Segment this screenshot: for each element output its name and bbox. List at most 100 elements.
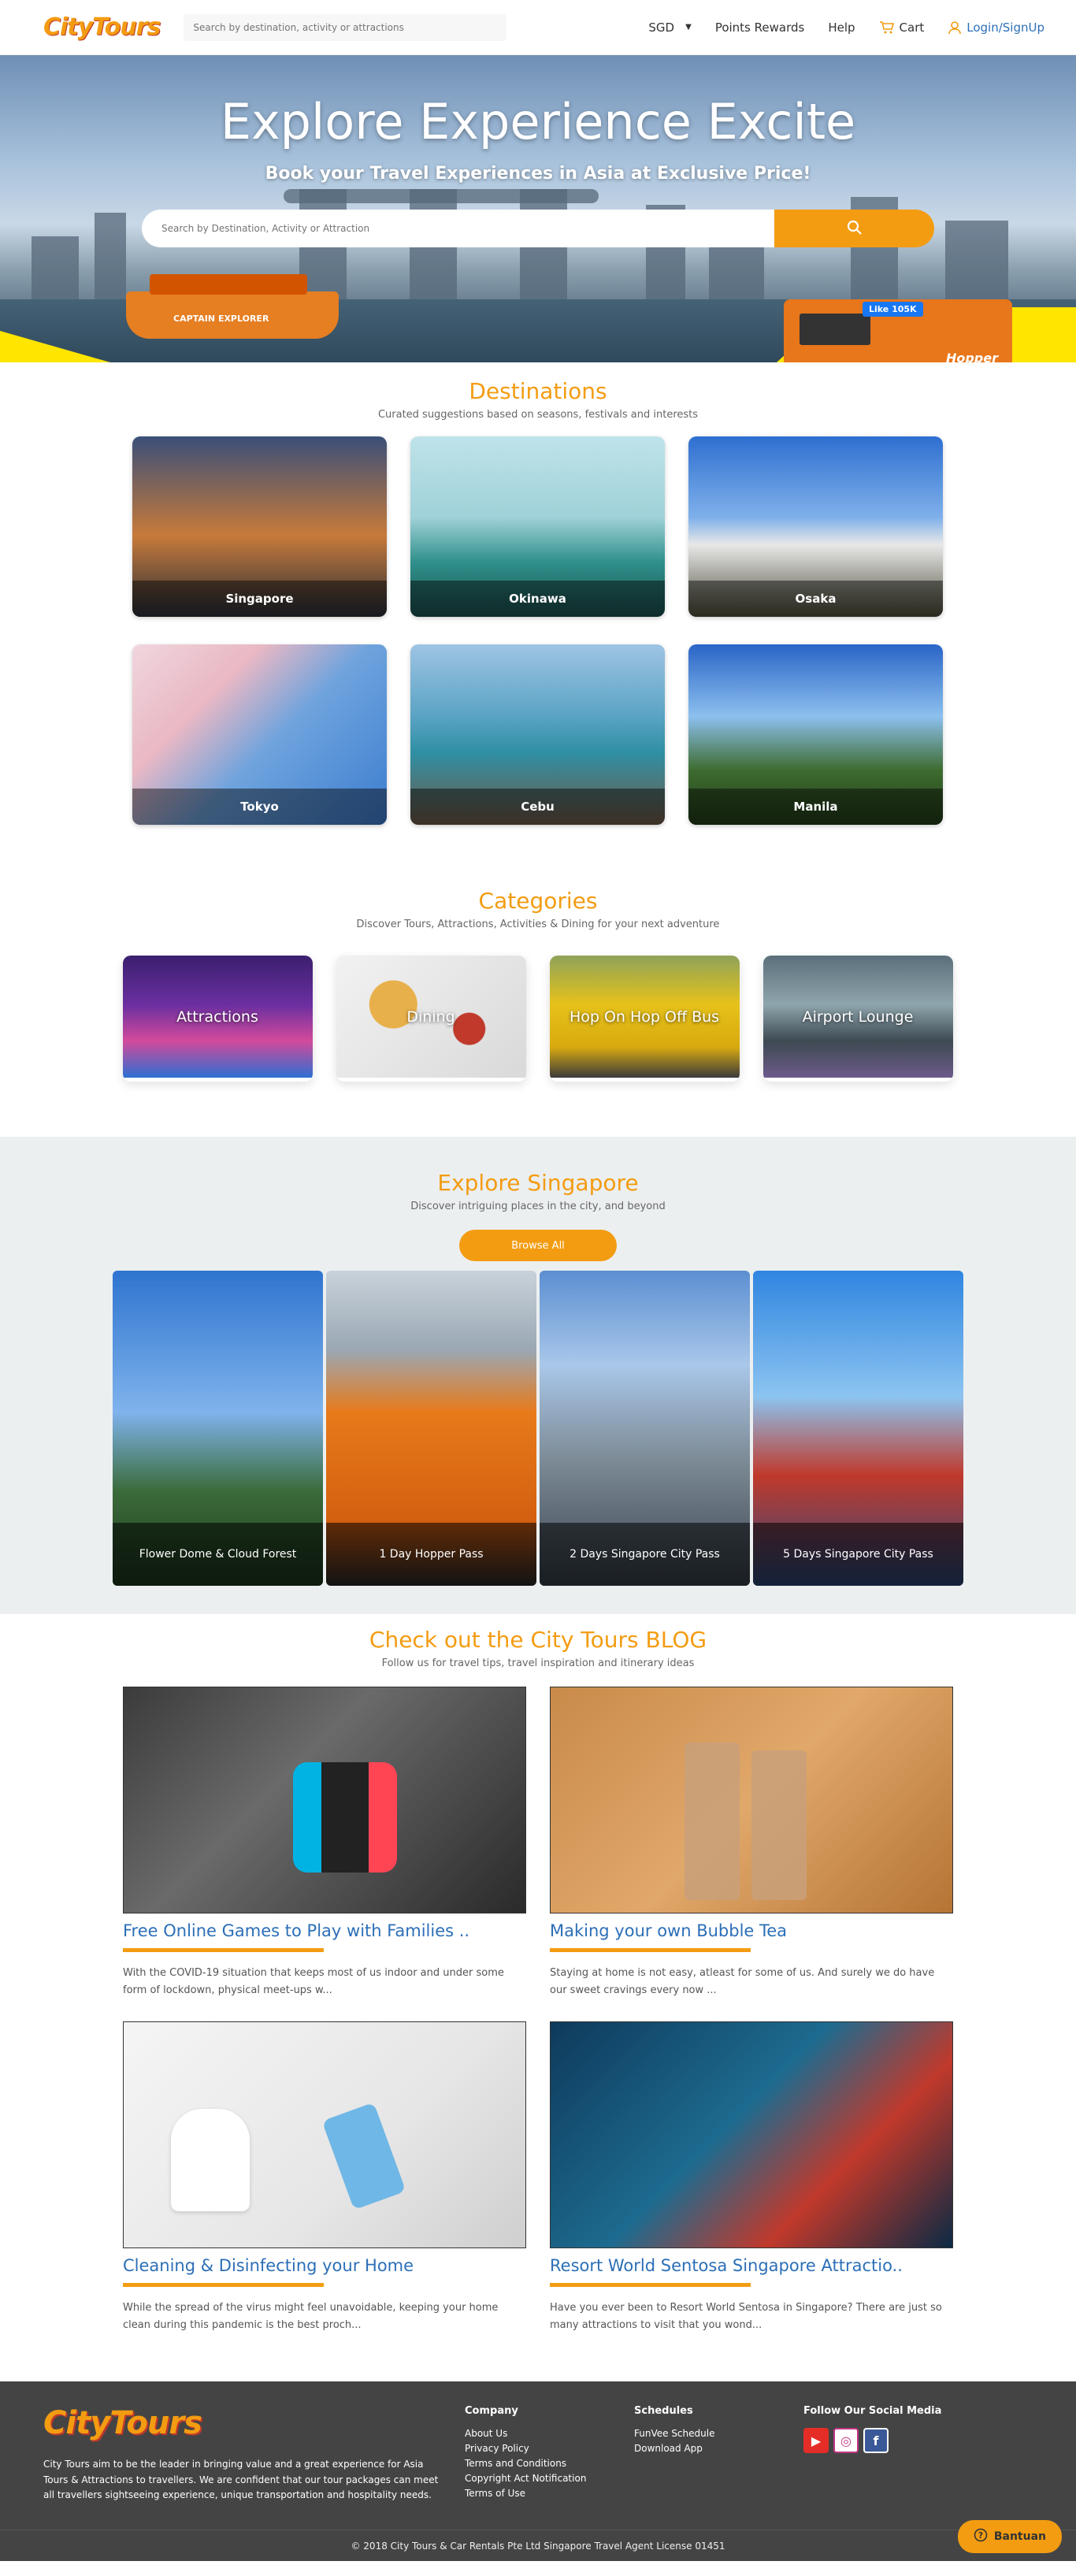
category-card-hop-on-hop-off-bus[interactable]: Hop On Hop Off Bus — [549, 956, 740, 1082]
category-label: Hop On Hop Off Bus — [569, 1008, 720, 1026]
hero-search-button[interactable] — [774, 210, 934, 247]
footer-link-copyright[interactable]: Copyright Act Notification — [465, 2473, 634, 2484]
footer-copyright: © 2018 City Tours & Car Rentals Pte Ltd … — [0, 2530, 1076, 2561]
currency-label: SGD — [648, 20, 675, 35]
destination-card-okinawa[interactable]: Okinawa — [410, 436, 665, 617]
destinations-section: Destinations Curated suggestions based o… — [0, 362, 1076, 856]
cart-label: Cart — [899, 20, 925, 35]
destination-label: Manila — [688, 789, 943, 825]
currency-selector[interactable]: SGD ▼ — [648, 20, 691, 35]
blog-card[interactable]: Free Online Games to Play with Families … — [123, 1687, 526, 1999]
blog-image-cleaning[interactable] — [123, 2021, 526, 2249]
blog-title-underline — [123, 1948, 324, 1952]
destination-card-tokyo[interactable]: Tokyo — [132, 644, 387, 825]
destinations-title: Destinations — [469, 378, 607, 404]
blog-card[interactable]: Cleaning & Disinfecting your Home While … — [123, 2021, 526, 2334]
blog-image-games[interactable] — [123, 1687, 526, 1913]
hero-banner: CAPTAIN EXPLORER Like 105K Hopper Explor… — [0, 55, 1076, 362]
footer-link-about-us[interactable]: About Us — [465, 2428, 634, 2439]
destination-label: Tokyo — [132, 789, 387, 825]
explore-grid: Flower Dome & Cloud Forest 1 Day Hopper … — [113, 1271, 963, 1586]
blog-card[interactable]: Resort World Sentosa Singapore Attractio… — [550, 2021, 953, 2334]
destination-card-singapore[interactable]: Singapore — [132, 436, 387, 617]
explore-card-flower-dome[interactable]: Flower Dome & Cloud Forest — [113, 1271, 323, 1586]
facebook-icon[interactable]: f — [863, 2428, 889, 2454]
destination-card-manila[interactable]: Manila — [688, 644, 943, 825]
footer-link-funvee-schedule[interactable]: FunVee Schedule — [634, 2428, 803, 2439]
blog-post-title[interactable]: Making your own Bubble Tea — [550, 1921, 953, 1940]
destination-label: Cebu — [410, 789, 665, 825]
explore-card-2day-city-pass[interactable]: 2 Days Singapore City Pass — [540, 1271, 750, 1586]
category-card-dining[interactable]: Dining — [336, 956, 526, 1082]
categories-section: Categories Discover Tours, Attractions, … — [0, 856, 1076, 1137]
hero-search — [142, 210, 934, 247]
explore-card-5day-city-pass[interactable]: 5 Days Singapore City Pass — [753, 1271, 963, 1586]
hero-subtitle: Book your Travel Experiences in Asia at … — [265, 164, 811, 184]
blog-grid: Free Online Games to Play with Families … — [123, 1687, 953, 2334]
browse-all-button[interactable]: Browse All — [459, 1230, 617, 1261]
footer-social: Follow Our Social Media ▶ ◎ f — [803, 2405, 973, 2503]
site-logo[interactable]: CityTours — [43, 13, 161, 41]
bus-brand: Hopper — [945, 351, 998, 362]
nav-cart[interactable]: Cart — [879, 20, 925, 35]
hero-bus-image: Like 105K Hopper — [784, 299, 1012, 362]
blog-section: Check out the City Tours BLOG Follow us … — [0, 1614, 1076, 2381]
chevron-down-icon: ▼ — [685, 23, 692, 32]
footer-schedules: Schedules FunVee Schedule Download App — [634, 2405, 803, 2503]
nav-login[interactable]: Login/SignUp — [948, 20, 1044, 35]
explore-subtitle: Discover intriguing places in the city, … — [410, 1201, 666, 1212]
category-label: Attractions — [176, 1008, 258, 1026]
explore-card-hopper-pass[interactable]: 1 Day Hopper Pass — [326, 1271, 536, 1586]
boat-label: CAPTAIN EXPLORER — [173, 314, 269, 324]
search-icon — [847, 220, 863, 238]
explore-title: Explore Singapore — [437, 1170, 639, 1196]
help-chat-label: Bantuan — [993, 2530, 1046, 2544]
blog-post-excerpt: With the COVID-19 situation that keeps m… — [123, 1967, 504, 1997]
categories-grid: Attractions Dining Hop On Hop Off Bus Ai… — [122, 956, 954, 1082]
blog-card[interactable]: Making your own Bubble Tea Staying at ho… — [550, 1687, 953, 1999]
blog-post-title[interactable]: Cleaning & Disinfecting your Home — [123, 2256, 526, 2275]
footer-logo[interactable]: CityTours — [43, 2405, 465, 2441]
blog-image-bubble-tea[interactable] — [550, 1687, 953, 1913]
footer-about-text: City Tours aim to be the leader in bring… — [43, 2459, 439, 2500]
destination-card-osaka[interactable]: Osaka — [688, 436, 943, 617]
blog-image-sentosa[interactable] — [550, 2021, 953, 2249]
destination-label: Singapore — [132, 581, 387, 617]
youtube-icon[interactable]: ▶ — [803, 2428, 829, 2454]
blog-post-title[interactable]: Resort World Sentosa Singapore Attractio… — [550, 2256, 953, 2275]
blog-post-title[interactable]: Free Online Games to Play with Families … — [123, 1921, 526, 1940]
category-card-airport-lounge[interactable]: Airport Lounge — [762, 956, 953, 1082]
nav-points-rewards[interactable]: Points Rewards — [715, 20, 805, 35]
help-icon: ? — [974, 2528, 988, 2545]
footer-link-terms-conditions[interactable]: Terms and Conditions — [465, 2458, 634, 2469]
hero-boat-image: CAPTAIN EXPLORER — [126, 274, 339, 339]
help-chat-button[interactable]: ? Bantuan — [957, 2520, 1062, 2554]
hero-search-input[interactable] — [142, 210, 774, 247]
blog-title: Check out the City Tours BLOG — [369, 1627, 707, 1653]
footer-link-download-app[interactable]: Download App — [634, 2443, 803, 2454]
categories-title: Categories — [478, 888, 598, 914]
footer-schedules-title: Schedules — [634, 2405, 693, 2418]
main-nav: SGD ▼ Points Rewards Help Cart Login/Sig… — [648, 20, 1044, 35]
social-icons: ▶ ◎ f — [803, 2428, 973, 2454]
category-card-attractions[interactable]: Attractions — [122, 956, 313, 1082]
header-search-input[interactable] — [184, 13, 507, 41]
destinations-grid: Singapore Okinawa Osaka Tokyo Cebu Manil… — [132, 436, 944, 825]
nav-help[interactable]: Help — [828, 20, 855, 35]
blog-title-underline — [550, 1948, 751, 1952]
footer-link-privacy-policy[interactable]: Privacy Policy — [465, 2443, 634, 2454]
destination-card-cebu[interactable]: Cebu — [410, 644, 665, 825]
explore-label: 1 Day Hopper Pass — [326, 1523, 536, 1586]
explore-label: 5 Days Singapore City Pass — [753, 1523, 963, 1586]
category-label: Dining — [406, 1008, 455, 1026]
footer-company-title: Company — [465, 2405, 518, 2418]
login-label: Login/SignUp — [967, 20, 1044, 35]
explore-singapore-section: Explore Singapore Discover intriguing pl… — [0, 1137, 1076, 1614]
footer-social-title: Follow Our Social Media — [803, 2405, 942, 2418]
instagram-icon[interactable]: ◎ — [833, 2428, 859, 2454]
footer-link-terms-of-use[interactable]: Terms of Use — [465, 2488, 634, 2499]
explore-label: Flower Dome & Cloud Forest — [113, 1523, 323, 1586]
footer-about: CityTours City Tours aim to be the leade… — [43, 2405, 465, 2503]
destination-label: Okinawa — [410, 581, 665, 617]
site-footer: CityTours City Tours aim to be the leade… — [0, 2381, 1076, 2562]
